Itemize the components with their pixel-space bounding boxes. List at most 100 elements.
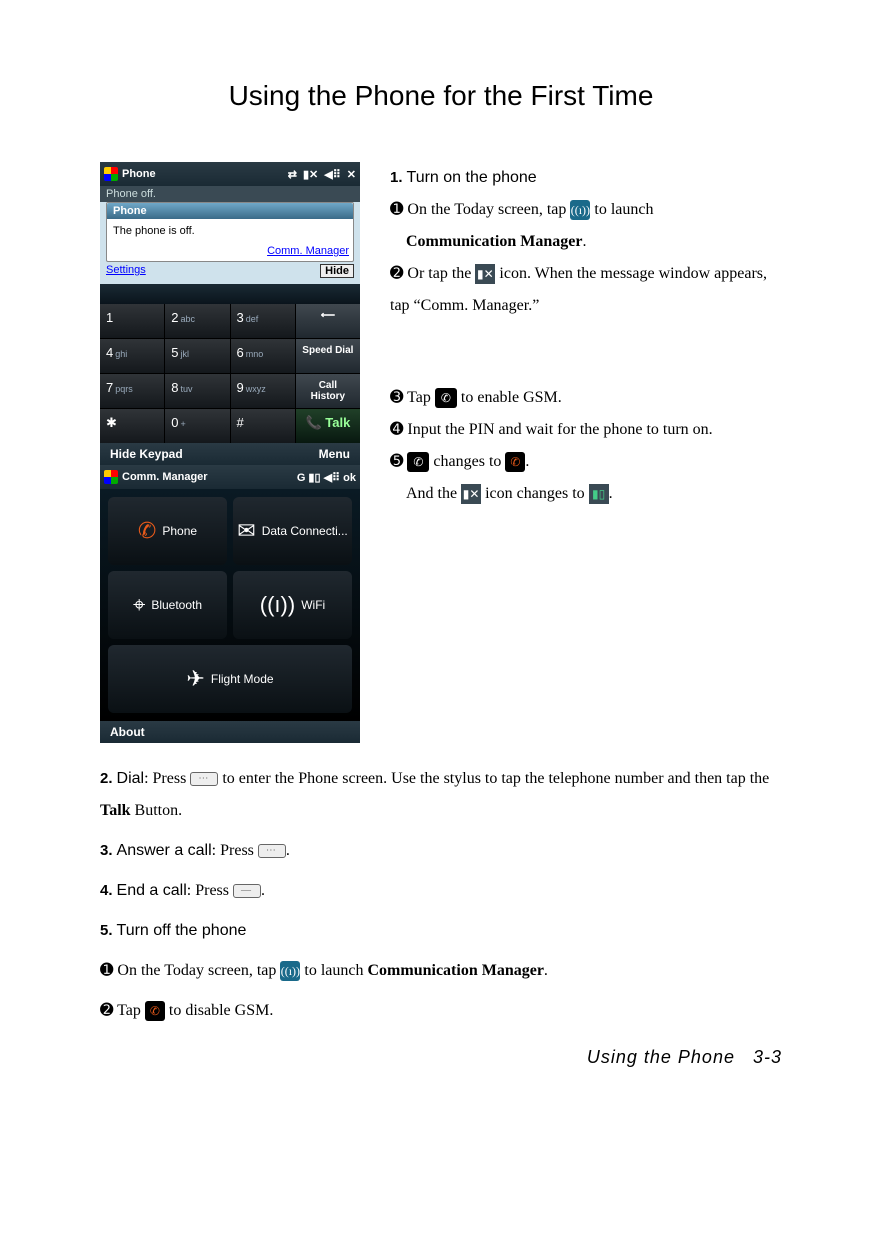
status-icons: G ▮▯ ◀⠿ ok	[297, 471, 356, 484]
body-text: On the Today screen, tap	[117, 962, 280, 979]
page-footer: Using the Phone 3-3	[100, 1047, 782, 1068]
body-text: : Press	[144, 770, 190, 787]
handset-icon: ✆	[435, 388, 457, 408]
settings-link[interactable]: Settings	[106, 264, 146, 278]
key-8[interactable]: 8tuv	[165, 374, 229, 408]
cm-tile-phone[interactable]: ✆ Phone	[108, 497, 227, 565]
step-heading: Answer a call	[117, 842, 212, 859]
bullet: ➋	[390, 265, 403, 282]
comm-manager-link[interactable]: Comm. Manager	[267, 245, 349, 257]
footer-page: 3-3	[753, 1047, 782, 1067]
signal-off-icon: ▮✕	[303, 168, 318, 181]
hide-keypad-softkey[interactable]: Hide Keypad	[110, 447, 183, 461]
step-heading: End a call	[117, 882, 187, 899]
body-text: Or tap the	[407, 265, 475, 282]
body-text: : Press	[187, 882, 233, 899]
data-icon: ✉	[237, 518, 255, 544]
body-text: And the	[406, 485, 461, 502]
key-2[interactable]: 2abc	[165, 304, 229, 338]
wifi-icon: ((ı))	[260, 592, 295, 618]
menu-softkey[interactable]: Menu	[319, 447, 350, 461]
key-1[interactable]: 1	[100, 304, 164, 338]
body-text: Talk	[100, 802, 131, 819]
body-text: : Press	[212, 842, 258, 859]
phone-titlebar-label: Phone	[122, 168, 156, 180]
key-0[interactable]: 0+	[165, 409, 229, 443]
handset-icon: ✆	[407, 452, 429, 472]
cm-tile-label: Flight Mode	[211, 672, 274, 686]
hardware-button-icon: ⋯	[258, 844, 286, 858]
key-talk[interactable]: 📞 Talk	[296, 409, 360, 443]
key-4[interactable]: 4ghi	[100, 339, 164, 373]
bullet: ➍	[390, 421, 403, 438]
step-heading: Dial	[117, 770, 145, 787]
cm-tile-flight-mode[interactable]: ✈ Flight Mode	[108, 645, 352, 713]
bullet: ➎	[390, 453, 403, 470]
popup-message: The phone is off.	[107, 219, 353, 243]
phone-status-line: Phone off.	[100, 186, 360, 202]
comm-manager-screen-mock: Comm. Manager G ▮▯ ◀⠿ ok ✆ Phone ✉ Data …	[100, 465, 360, 743]
key-star[interactable]: ✱	[100, 409, 164, 443]
volume-icon: ◀⠿	[324, 168, 341, 181]
body-text: .	[609, 485, 613, 502]
body-text: to disable GSM.	[169, 1002, 273, 1019]
key-9[interactable]: 9wxyz	[231, 374, 295, 408]
cm-tile-bluetooth[interactable]: ⌖ Bluetooth	[108, 571, 227, 639]
handset-on-icon: ✆	[145, 1001, 165, 1021]
cm-tile-label: WiFi	[301, 598, 325, 612]
key-call-history[interactable]: Call History	[296, 374, 360, 408]
signal-on-icon: ▮▯	[589, 484, 609, 504]
footer-label: Using the Phone	[587, 1047, 735, 1067]
key-3[interactable]: 3def	[231, 304, 295, 338]
phone-icon: ✆	[138, 518, 156, 544]
popup-title: Phone	[107, 203, 353, 219]
cm-tile-label: Data Connecti...	[262, 524, 348, 538]
bluetooth-icon: ⌖	[133, 592, 145, 618]
body-text: .	[286, 842, 290, 859]
close-icon: ✕	[347, 168, 356, 181]
body-text: Communication Manager	[367, 962, 543, 979]
body-text: Communication Manager	[406, 233, 582, 250]
bullet: ➊	[390, 201, 403, 218]
cm-tile-wifi[interactable]: ((ı)) WiFi	[233, 571, 352, 639]
key-5[interactable]: 5jkl	[165, 339, 229, 373]
about-softkey[interactable]: About	[100, 721, 360, 743]
cm-titlebar-label: Comm. Manager	[122, 471, 208, 483]
step-number: 1.	[390, 169, 403, 186]
key-hash[interactable]: #	[231, 409, 295, 443]
body-text: On the Today screen, tap	[407, 201, 570, 218]
handset-on-icon: ✆	[505, 452, 525, 472]
body-text: to enable GSM.	[461, 389, 562, 406]
body-text: Input the PIN and wait for the phone to …	[407, 421, 712, 438]
hardware-button-icon: ⋯	[190, 772, 218, 786]
key-backspace[interactable]: ⟵	[296, 304, 360, 338]
phone-titlebar: Phone ⇄ ▮✕ ◀⠿ ✕	[100, 162, 360, 186]
body-text: .	[582, 233, 586, 250]
body-text: Tap	[117, 1002, 145, 1019]
hide-button[interactable]: Hide	[320, 264, 354, 278]
start-icon	[104, 470, 118, 484]
cm-tile-label: Phone	[162, 524, 197, 538]
body-text: .	[261, 882, 265, 899]
bullet: ➊	[100, 962, 113, 979]
hardware-button-icon: —	[233, 884, 261, 898]
bullet: ➋	[100, 1002, 113, 1019]
signal-off-icon: ▮✕	[475, 264, 495, 284]
sync-icon: ⇄	[288, 168, 297, 181]
body-text: to launch	[304, 962, 367, 979]
key-speed-dial[interactable]: Speed Dial	[296, 339, 360, 373]
step-number: 2.	[100, 770, 113, 787]
body-text: .	[525, 453, 529, 470]
cm-tile-data[interactable]: ✉ Data Connecti...	[233, 497, 352, 565]
key-7[interactable]: 7pqrs	[100, 374, 164, 408]
body-text: icon changes to	[485, 485, 589, 502]
signal-off-icon: ▮✕	[461, 484, 481, 504]
body-text: Button.	[131, 802, 183, 819]
step-number: 3.	[100, 842, 113, 859]
page-title: Using the Phone for the First Time	[100, 80, 782, 112]
key-6[interactable]: 6mno	[231, 339, 295, 373]
cm-titlebar: Comm. Manager G ▮▯ ◀⠿ ok	[100, 465, 360, 489]
step-number: 4.	[100, 882, 113, 899]
dial-keypad: 1 2abc 3def ⟵ 4ghi 5jkl 6mno Speed Dial …	[100, 304, 360, 443]
body-text: .	[544, 962, 548, 979]
